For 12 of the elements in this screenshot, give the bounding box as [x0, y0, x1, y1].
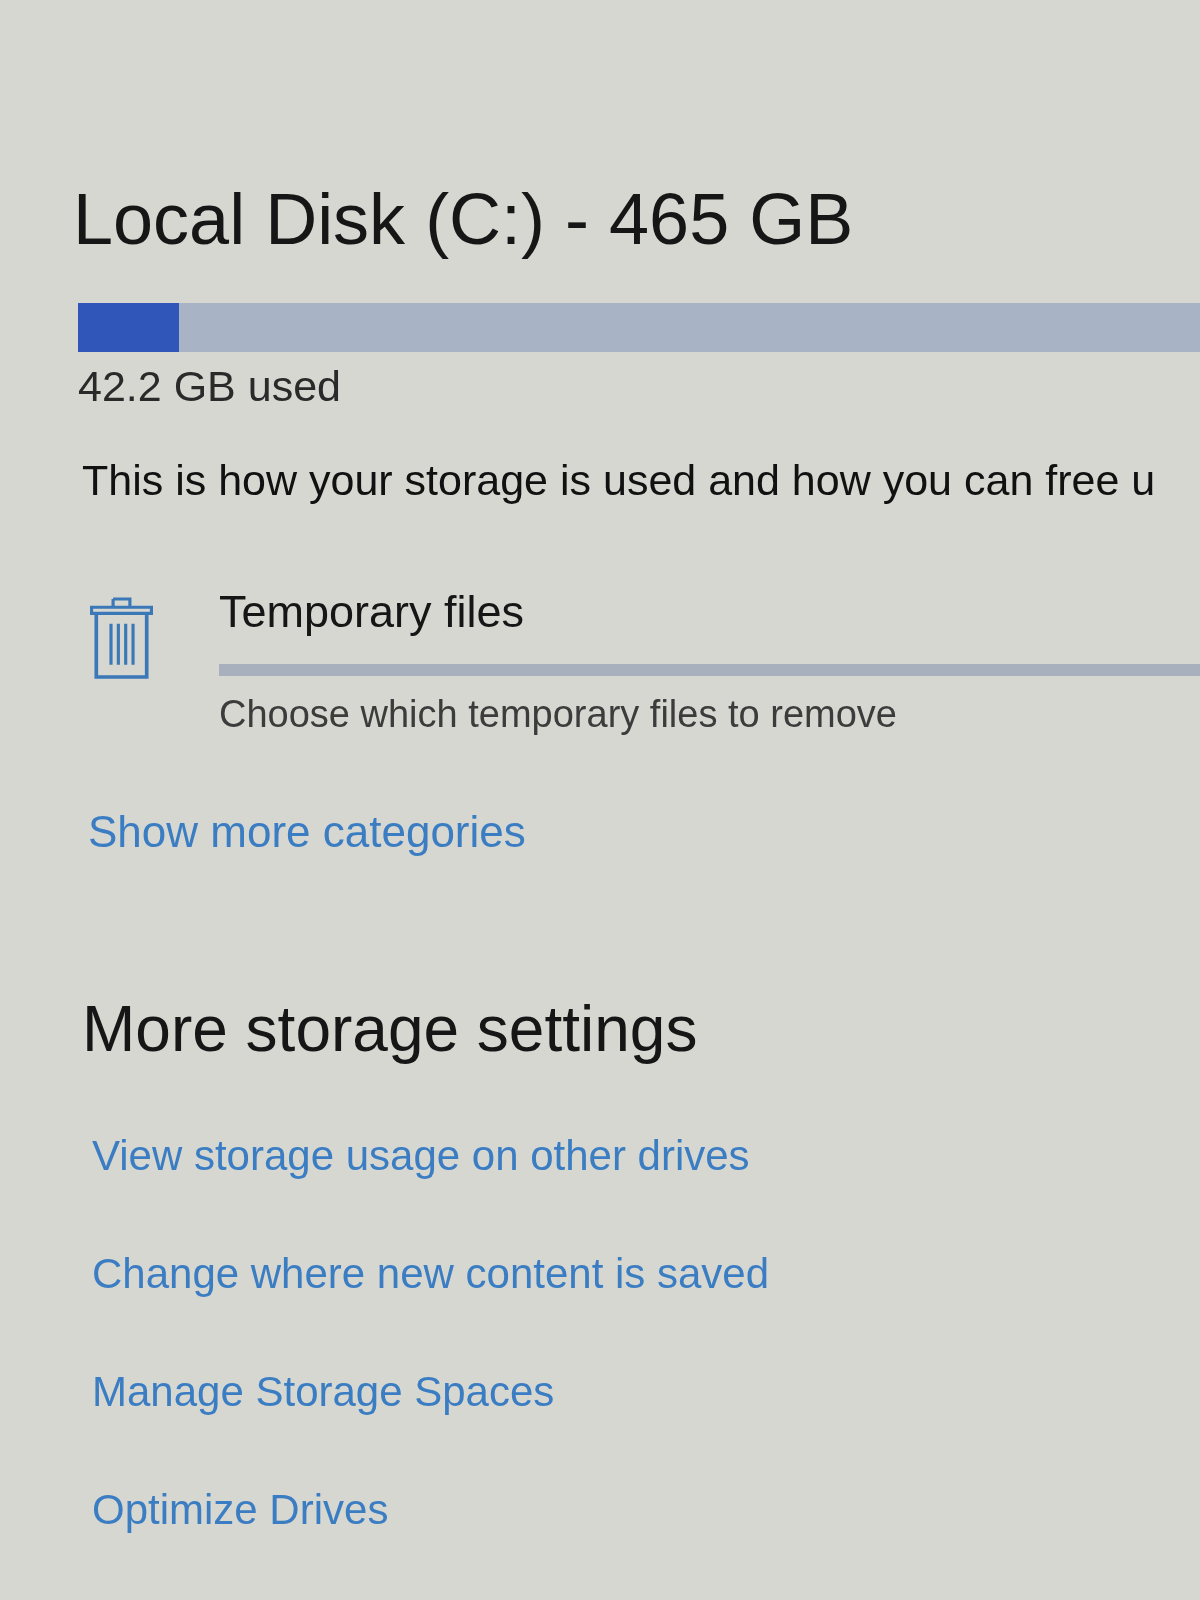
settings-link[interactable]: Optimize Drives	[92, 1485, 389, 1535]
show-more-link[interactable]: Show more categories	[88, 806, 526, 858]
category-name[interactable]: Temporary files	[219, 586, 525, 638]
settings-link[interactable]: Change where new content is saved	[92, 1249, 770, 1299]
used-space-label: 42.2 GB used	[78, 361, 341, 411]
section-heading: More storage settings	[82, 992, 698, 1066]
trash-icon[interactable]	[90, 597, 153, 679]
category-description: Choose which temporary files to remove	[219, 692, 897, 737]
settings-link[interactable]: View storage usage on other drives	[92, 1131, 750, 1181]
drive-title: Local Disk (C:) - 465 GB	[73, 178, 854, 261]
settings-link[interactable]: Manage Storage Spaces	[92, 1367, 555, 1417]
description-text: This is how your storage is used and how you can free u	[82, 455, 1156, 506]
